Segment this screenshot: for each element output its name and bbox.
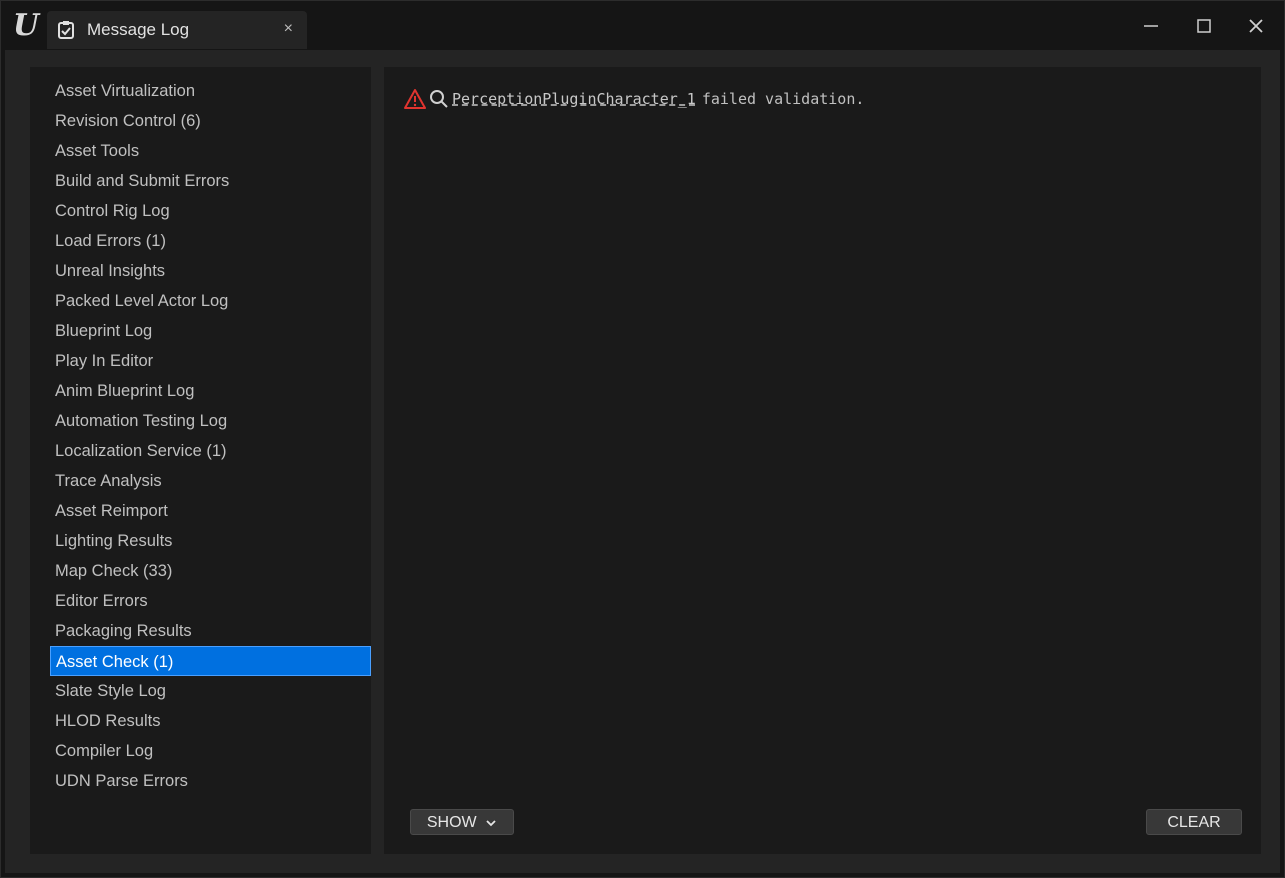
message-panel: PerceptionPluginCharacter_1 failed valid… [384, 67, 1261, 854]
tab-close-icon[interactable]: × [284, 20, 293, 38]
category-item[interactable]: Asset Reimport [50, 496, 371, 526]
title-bar[interactable]: U Message Log × [1, 1, 1284, 49]
category-item[interactable]: Compiler Log [50, 736, 371, 766]
category-item[interactable]: Revision Control (6) [50, 106, 371, 136]
category-item[interactable]: Anim Blueprint Log [50, 376, 371, 406]
category-item[interactable]: Packed Level Actor Log [50, 286, 371, 316]
category-item[interactable]: Automation Testing Log [50, 406, 371, 436]
category-item[interactable]: Blueprint Log [50, 316, 371, 346]
asset-link[interactable]: PerceptionPluginCharacter_1 [452, 90, 696, 108]
category-item[interactable]: Asset Virtualization [50, 76, 371, 106]
minimize-icon [1144, 25, 1158, 27]
category-item[interactable]: Editor Errors [50, 586, 371, 616]
warning-icon [404, 89, 426, 109]
clear-button[interactable]: CLEAR [1146, 809, 1242, 835]
search-icon[interactable] [429, 89, 449, 109]
category-item[interactable]: Unreal Insights [50, 256, 371, 286]
chevron-down-icon [486, 820, 496, 827]
message-log-icon [58, 21, 74, 39]
category-list[interactable]: Asset Virtualization Revision Control (6)… [30, 67, 371, 854]
category-item[interactable]: Slate Style Log [50, 676, 371, 706]
message-log-window: U Message Log × Asset Virtualization Revi… [0, 0, 1285, 878]
category-item[interactable]: Asset Tools [50, 136, 371, 166]
category-item[interactable]: Localization Service (1) [50, 436, 371, 466]
unreal-logo-icon: U [12, 8, 40, 43]
tab-message-log[interactable]: Message Log × [47, 11, 307, 49]
category-item[interactable]: Control Rig Log [50, 196, 371, 226]
minimize-button[interactable] [1138, 13, 1164, 39]
category-item[interactable]: Play In Editor [50, 346, 371, 376]
category-item[interactable]: Trace Analysis [50, 466, 371, 496]
clear-label: CLEAR [1167, 814, 1221, 831]
close-icon [1249, 19, 1263, 33]
category-item[interactable]: Map Check (33) [50, 556, 371, 586]
category-item[interactable]: Packaging Results [50, 616, 371, 646]
maximize-icon [1197, 19, 1211, 33]
tab-title: Message Log [87, 20, 190, 39]
category-item[interactable]: Load Errors (1) [50, 226, 371, 256]
category-item[interactable]: Lighting Results [50, 526, 371, 556]
message-text: failed validation. [701, 90, 865, 108]
content-area: Asset Virtualization Revision Control (6)… [5, 50, 1280, 873]
category-item[interactable]: Build and Submit Errors [50, 166, 371, 196]
show-label: SHOW [426, 814, 477, 831]
close-window-button[interactable] [1243, 13, 1269, 39]
category-item[interactable]: HLOD Results [50, 706, 371, 736]
category-item[interactable]: Asset Check (1) [50, 646, 371, 676]
maximize-button[interactable] [1191, 13, 1217, 39]
show-button[interactable]: SHOW [410, 809, 514, 835]
message-row[interactable]: PerceptionPluginCharacter_1 failed valid… [404, 87, 864, 111]
category-item[interactable]: UDN Parse Errors [50, 766, 371, 796]
